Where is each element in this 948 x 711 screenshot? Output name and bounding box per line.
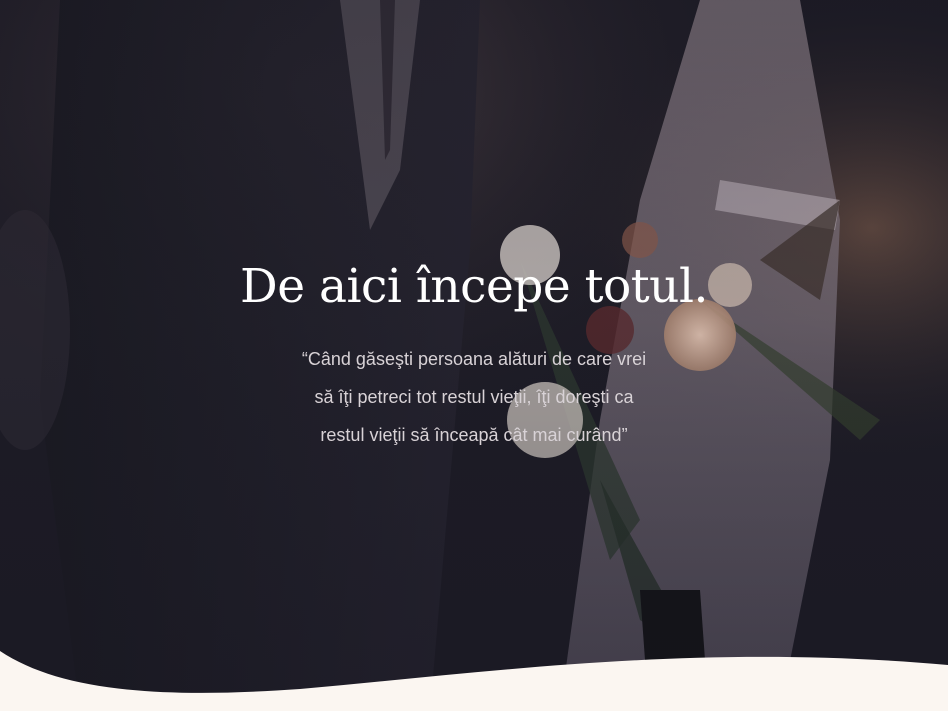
hero-title: De aici începe totul. — [240, 259, 708, 314]
hero-content: De aici începe totul. “Când găseşti pers… — [0, 252, 948, 454]
bottom-wave-divider — [0, 651, 948, 711]
hero-section: De aici începe totul. “Când găseşti pers… — [0, 0, 948, 711]
hero-quote: “Când găseşti persoana alături de care v… — [301, 349, 647, 445]
